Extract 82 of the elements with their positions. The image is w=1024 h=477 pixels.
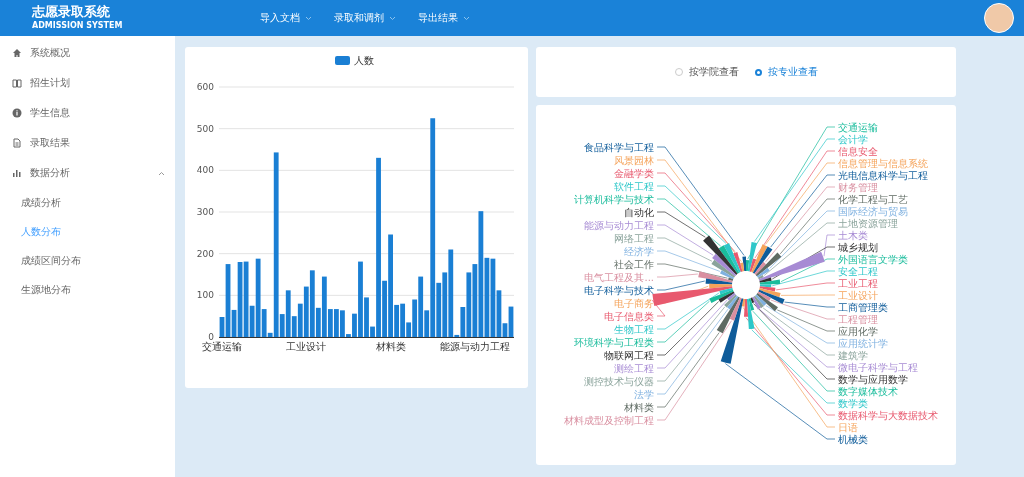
legend-item[interactable]: 人数 <box>335 55 374 66</box>
sidebar-item[interactable]: 系统概况 <box>0 38 175 68</box>
axis-category-label: 交通运输 <box>202 341 242 352</box>
axis-category-label: 能源与动力工程 <box>439 341 510 352</box>
slice-label: 生物工程 <box>614 323 654 335</box>
slice-label: 应用化学 <box>838 325 878 337</box>
slice-label: 材料成型及控制工程 <box>564 414 654 426</box>
slice-label: 风景园林 <box>614 154 654 166</box>
slice-label: 财务管理 <box>838 181 878 193</box>
slice-label: 工程管理 <box>838 313 878 325</box>
sidebar-item-label: 招生计划 <box>30 76 70 90</box>
slice-label: 材料类 <box>624 401 654 413</box>
slice-label: 微电子科学与工程 <box>838 361 918 373</box>
app-title: 志愿录取系统 <box>32 4 111 20</box>
slice-label: 环境科学与工程类 <box>574 336 654 348</box>
slice-label: 信息管理与信息系统 <box>838 157 928 169</box>
axis-category-label: 材料类 <box>375 341 406 352</box>
sidebar-item[interactable]: 学生信息 <box>0 98 175 128</box>
slice-label: 自动化 <box>624 206 654 218</box>
axis-tick-label: 500 <box>196 123 214 134</box>
slice-label: 软件工程 <box>614 180 654 192</box>
slice-label: 电气工程及其... <box>584 271 654 283</box>
radio-option[interactable]: 按学院查看 <box>674 65 739 79</box>
sidebar-subitem[interactable]: 成绩区间分布 <box>0 246 175 275</box>
axis-tick-label: 300 <box>196 207 214 217</box>
axis-tick-label: 600 <box>196 82 214 92</box>
slice-label: 化学工程与工艺 <box>838 193 908 205</box>
slice-label: 机械类 <box>838 433 868 445</box>
slice-label: 安全工程 <box>838 265 878 277</box>
slice-label: 信息安全 <box>838 145 878 157</box>
nav-menu[interactable]: 导出结果 <box>418 9 470 27</box>
slice-label: 土木类 <box>838 229 868 241</box>
slice-label: 数据科学与大数据技术 <box>838 409 938 421</box>
slice-label: 电子商务 <box>614 297 654 309</box>
slice-label: 网络工程 <box>614 232 654 244</box>
slice-label: 经济学 <box>624 245 654 257</box>
slice-label: 数学与应用数学 <box>838 373 908 385</box>
slice-label: 会计学 <box>838 133 868 145</box>
sidebar-item[interactable]: 数据分析 <box>0 158 175 188</box>
app-subtitle: ADMISSION SYSTEM <box>32 20 124 32</box>
radio-option[interactable]: 按专业查看 <box>754 65 818 79</box>
sidebar-item[interactable]: 招生计划 <box>0 68 175 98</box>
slice-label: 社会工作 <box>614 258 654 270</box>
slice-label: 电子信息类 <box>604 310 654 322</box>
slice-label: 法学 <box>634 388 654 400</box>
slice-label: 数学类 <box>838 397 868 409</box>
axis-category-label: 工业设计 <box>286 341 327 352</box>
axis-tick-label: 100 <box>196 290 214 301</box>
sidebar-subitem[interactable]: 生源地分布 <box>0 275 175 304</box>
legend-label: 人数 <box>354 55 374 66</box>
slice-label: 金融学类 <box>614 167 654 179</box>
nav-menu[interactable]: 导入文档 <box>260 9 312 27</box>
slice-label: 工业工程 <box>838 277 878 289</box>
slice-label: 光电信息科学与工程 <box>838 169 928 181</box>
slice-label: 城乡规划 <box>838 241 878 253</box>
slice-label: 测控技术与仪器 <box>584 375 654 387</box>
slice-label: 计算机科学与技术 <box>574 193 654 205</box>
sidebar-item-label: 系统概况 <box>30 46 70 60</box>
slice-label: 工业设计 <box>838 289 878 301</box>
slice-label: 测绘工程 <box>614 362 654 374</box>
axis-tick-label: 0 <box>208 332 214 342</box>
slice-label: 数字媒体技术 <box>838 385 898 397</box>
slice-label: 国际经济与贸易 <box>838 205 908 217</box>
sidebar-item-label: 学生信息 <box>30 106 70 120</box>
sidebar-subitem[interactable]: 成绩分析 <box>0 188 175 217</box>
slice-label: 建筑学 <box>838 349 868 361</box>
slice-label: 交通运输 <box>838 121 878 133</box>
slice-label: 土地资源管理 <box>838 217 898 229</box>
slice-label: 能源与动力工程 <box>584 219 654 231</box>
slice-label: 外国语言文学类 <box>838 253 908 265</box>
slice-label: 工商管理类 <box>838 301 888 313</box>
sidebar-item[interactable]: 录取结果 <box>0 128 175 158</box>
slice-label: 物联网工程 <box>604 349 654 361</box>
nav-menu[interactable]: 录取和调剂 <box>334 9 396 27</box>
sidebar-item-label: 数据分析 <box>30 166 70 180</box>
slice-label: 日语 <box>838 421 858 433</box>
sidebar-item-label: 录取结果 <box>30 136 70 150</box>
axis-tick-label: 400 <box>196 165 214 176</box>
axis-tick-label: 200 <box>196 248 214 259</box>
slice-label: 电子科学与技术 <box>584 284 654 296</box>
slice-label: 食品科学与工程 <box>584 141 654 153</box>
slice-label: 应用统计学 <box>838 337 888 349</box>
